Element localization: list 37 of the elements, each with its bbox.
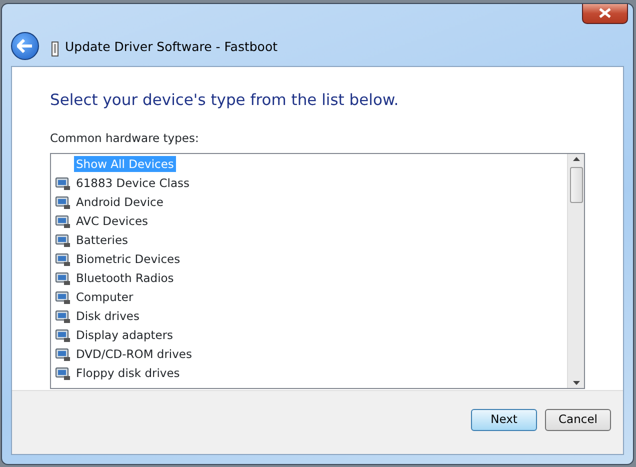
device-type-list[interactable]: Show All Devices 61883 Device Class Android Device AVC Devices Batteries Biometric Devices Bluetooth Radios Computer Disk drives Display adapters DVD/CD-ROM drives Floppy disk drives (50, 152, 585, 388)
scroll-up-icon[interactable] (572, 156, 580, 160)
device-icon (55, 289, 71, 305)
device-type-item[interactable]: Batteries (74, 232, 130, 248)
device-type-item[interactable]: Computer (74, 289, 136, 305)
scroll-down-icon[interactable] (572, 380, 580, 384)
device-icon (55, 365, 71, 381)
instruction-heading: Select your device's type from the list below. (50, 90, 400, 111)
close-button[interactable] (582, 4, 628, 24)
device-type-item[interactable]: AVC Devices (74, 213, 150, 229)
list-label: Common hardware types: (50, 130, 200, 148)
usb-device-icon (51, 41, 59, 57)
device-type-item[interactable]: Floppy disk drives (74, 365, 182, 381)
device-type-item[interactable]: Biometric Devices (74, 251, 182, 267)
window-title: Update Driver Software - Fastboot (65, 38, 278, 56)
close-icon (598, 8, 612, 18)
device-type-item[interactable]: DVD/CD-ROM drives (74, 346, 194, 362)
device-type-item[interactable]: 61883 Device Class (74, 175, 192, 191)
device-icon (55, 346, 71, 362)
next-button[interactable]: Next (471, 408, 537, 430)
device-icon (55, 308, 71, 324)
cancel-button[interactable]: Cancel (545, 408, 611, 430)
device-type-item[interactable]: Disk drives (74, 308, 142, 324)
device-icon (55, 175, 71, 191)
device-icon (55, 327, 71, 343)
device-type-item[interactable]: Android Device (74, 194, 166, 210)
device-icon (55, 232, 71, 248)
device-type-item[interactable]: Display adapters (74, 327, 176, 343)
scrollbar[interactable] (567, 154, 584, 388)
device-icon (55, 194, 71, 210)
device-icon (55, 251, 71, 267)
device-icon (55, 213, 71, 229)
device-type-item[interactable]: Bluetooth Radios (74, 270, 176, 286)
back-arrow-icon (17, 39, 33, 53)
back-button[interactable] (11, 32, 39, 60)
scroll-thumb[interactable] (570, 166, 582, 202)
device-icon (55, 270, 71, 286)
